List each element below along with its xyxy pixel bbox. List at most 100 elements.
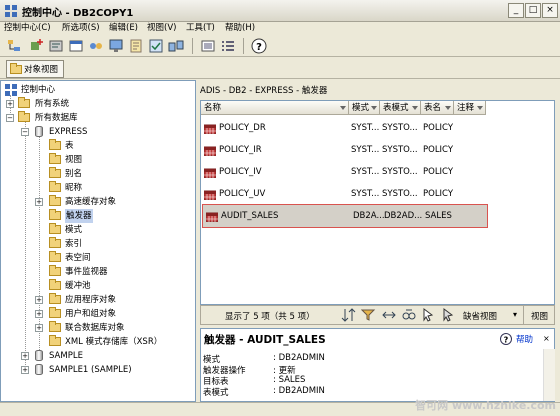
expand-icon[interactable]: + (21, 352, 29, 360)
expand-icon[interactable]: + (35, 324, 43, 332)
monitor-icon[interactable] (108, 38, 124, 54)
tree-item-express[interactable]: − EXPRESS (5, 125, 185, 139)
cell-name: POLICY_IV (219, 167, 262, 177)
tree-label: 视图 (65, 155, 83, 165)
tree-item-child[interactable]: 缓冲池 (5, 279, 185, 293)
menu-edit[interactable]: 编辑(E) (109, 22, 138, 35)
title-bar: 控制中心 - DB2COPY1 _ □ × (0, 0, 560, 22)
tree-item-child[interactable]: 索引 (5, 237, 185, 251)
menu-bar: 控制中心(C) 所选项(S) 编辑(E) 视图(V) 工具(T) 帮助(H) (0, 22, 560, 35)
tree-item-all-databases[interactable]: − 所有数据库 (5, 111, 185, 125)
detail-title: 触发器 - AUDIT_SALES (204, 334, 326, 346)
detail-value: : DB2ADMIN (273, 386, 325, 396)
column-header-name[interactable]: 名称 (201, 101, 349, 115)
deselect-icon[interactable] (441, 308, 457, 322)
tree-item-child[interactable]: + 联合数据库对象 (5, 321, 185, 335)
tree-item-sample[interactable]: + SAMPLE (5, 349, 185, 363)
expand-icon[interactable]: + (6, 100, 14, 108)
expand-icon[interactable]: + (35, 310, 43, 318)
tree-label: 别名 (65, 169, 83, 179)
table-row[interactable]: POLICY_UV SYST... SYSTO... POLICY (201, 183, 554, 205)
menu-tools[interactable]: 工具(T) (186, 22, 215, 35)
window-icon[interactable] (68, 38, 84, 54)
column-header-table-name[interactable]: 表名 (421, 101, 454, 115)
details-icon[interactable] (220, 38, 236, 54)
folder-icon (49, 307, 61, 318)
folder-icon (49, 293, 61, 304)
toolbar-separator (243, 38, 244, 54)
tree-label: 模式 (65, 225, 83, 235)
chevron-down-icon[interactable]: ▾ (513, 310, 517, 319)
help-icon[interactable]: ? (251, 38, 267, 54)
table-row[interactable]: AUDIT_SALES DB2A... DB2AD... SALES (202, 204, 488, 228)
folder-icon (10, 63, 22, 74)
properties-icon[interactable] (48, 38, 64, 54)
menu-help[interactable]: 帮助(H) (225, 22, 255, 35)
tree-item-child[interactable]: XML 模式存储库（XSR） (5, 335, 185, 349)
find-icon[interactable] (401, 308, 417, 322)
column-header-comment[interactable]: 注释 (454, 101, 486, 115)
tree-item-child[interactable]: 视图 (5, 153, 185, 167)
collapse-icon[interactable]: − (21, 128, 29, 136)
tree-item-child[interactable]: + 用户和组对象 (5, 307, 185, 321)
tree-item-child[interactable]: 别名 (5, 167, 185, 181)
tree-label: 控制中心 (21, 85, 56, 95)
sort-icon[interactable] (341, 308, 357, 322)
detail-scrollbar[interactable] (543, 349, 555, 401)
tree-item-child[interactable]: 表 (5, 139, 185, 153)
tree-item-child[interactable]: 表空间 (5, 251, 185, 265)
table-row[interactable]: POLICY_DR SYST... SYSTO... POLICY (201, 117, 554, 139)
expand-icon[interactable]: + (21, 366, 29, 374)
column-header-schema[interactable]: 模式 (349, 101, 380, 115)
filter-icon[interactable] (361, 308, 377, 322)
journal-icon[interactable] (128, 38, 144, 54)
help-link[interactable]: 帮助 (516, 333, 533, 345)
collapse-icon[interactable]: × (543, 334, 550, 343)
tree-label: 应用程序对象 (65, 295, 117, 305)
column-header-table-schema[interactable]: 表模式 (380, 101, 421, 115)
item-count: 显示了 5 项（共 5 项） (225, 312, 315, 322)
menu-selected[interactable]: 所选项(S) (62, 22, 100, 35)
cell-name: POLICY_UV (219, 189, 266, 199)
maximize-button[interactable]: □ (525, 3, 541, 18)
expand-icon[interactable]: + (35, 296, 43, 304)
tree-item-child[interactable]: 昵称 (5, 181, 185, 195)
default-view-dropdown[interactable]: 缺省视图 (463, 310, 497, 322)
menu-control-center[interactable]: 控制中心(C) (4, 22, 51, 35)
folder-icon (49, 279, 61, 290)
tree-item-all-systems[interactable]: + 所有系统 (5, 97, 185, 111)
view-button[interactable]: 视图 (531, 310, 548, 322)
tree-item-sample1[interactable]: + SAMPLE1 (SAMPLE) (5, 363, 185, 377)
tree-item-child[interactable]: 触发器 (5, 209, 185, 223)
collapse-icon[interactable]: − (6, 114, 14, 122)
tree-label: 表 (65, 141, 74, 151)
object-view-button[interactable]: 对象视图 (6, 60, 64, 78)
select-all-icon[interactable] (421, 308, 437, 322)
trigger-table[interactable]: 名称 模式 表模式 表名 注释 POLICY_DR SYST... SYSTO...… (200, 100, 555, 305)
columns-icon[interactable] (381, 308, 397, 322)
close-button[interactable]: × (542, 3, 558, 18)
object-view-label: 对象视图 (24, 65, 59, 75)
tree-item-child[interactable]: 模式 (5, 223, 185, 237)
help-icon[interactable]: ? (500, 333, 512, 345)
list-view-icon[interactable] (200, 38, 216, 54)
replication-icon[interactable] (168, 38, 184, 54)
task-center-icon[interactable] (148, 38, 164, 54)
connect-icon[interactable] (88, 38, 104, 54)
tree-item-child[interactable]: + 应用程序对象 (5, 293, 185, 307)
table-footer: 显示了 5 项（共 5 项） 缺省视图 ▾ 视图 (200, 305, 555, 325)
tree-label: 所有数据库 (35, 113, 78, 123)
menu-view[interactable]: 视图(V) (147, 22, 176, 35)
minimize-button[interactable]: _ (508, 3, 524, 18)
tree-icon[interactable] (6, 38, 22, 54)
object-tree[interactable]: 控制中心 + 所有系统 − 所有数据库 − EXPRESS 表视图别名昵称 + 高速… (0, 80, 196, 402)
expand-icon[interactable]: + (35, 198, 43, 206)
table-row[interactable]: POLICY_IV SYST... SYSTO... POLICY (201, 161, 554, 183)
cell-schema: SYST... (351, 145, 380, 155)
tree-root[interactable]: 控制中心 (5, 83, 185, 97)
tree-item-child[interactable]: 事件监视器 (5, 265, 185, 279)
tree-item-child[interactable]: + 高速缓存对象 (5, 195, 185, 209)
table-row[interactable]: POLICY_IR SYST... SYSTO... POLICY (201, 139, 554, 161)
add-icon[interactable] (28, 38, 44, 54)
trigger-icon (204, 124, 216, 134)
